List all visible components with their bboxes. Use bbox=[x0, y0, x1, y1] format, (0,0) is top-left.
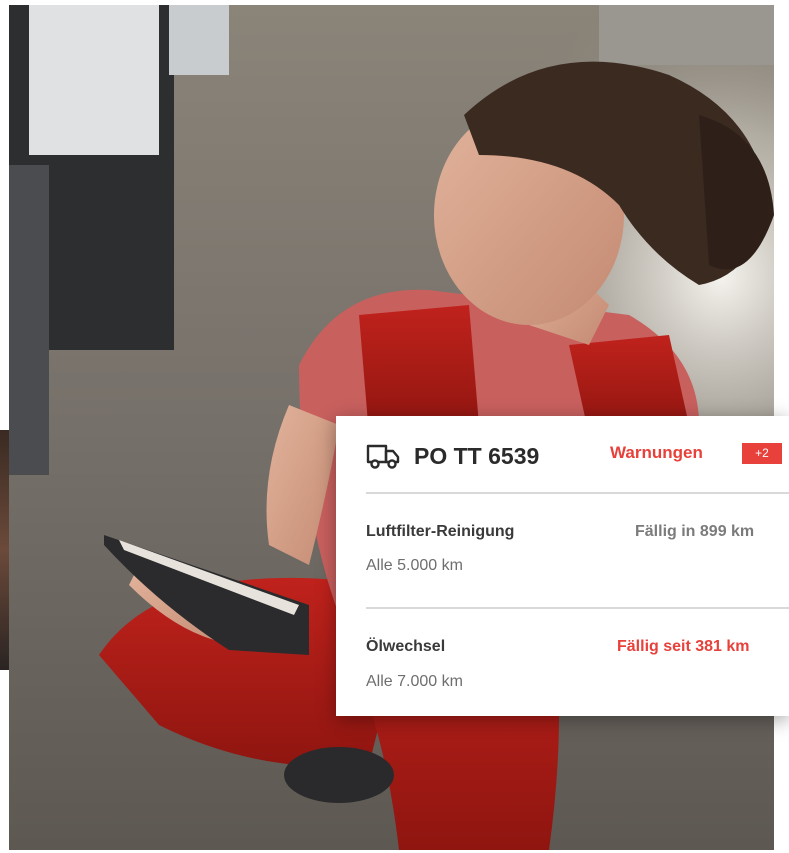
vehicle-plate: PO TT 6539 bbox=[414, 442, 540, 469]
truck-icon bbox=[366, 442, 400, 470]
divider bbox=[366, 492, 789, 494]
maintenance-item-title: Ölwechsel bbox=[366, 638, 446, 655]
warnings-count-badge[interactable]: +2 bbox=[742, 443, 782, 464]
maintenance-item-title: Luftfilter-Reinigung bbox=[366, 523, 515, 540]
maintenance-item-status: Fällig in 899 km bbox=[635, 523, 755, 540]
card-header: PO TT 6539 bbox=[366, 436, 789, 476]
vehicle-maintenance-card: PO TT 6539 Warnungen +2 Luftfilter-Reini… bbox=[336, 416, 789, 716]
maintenance-item-interval: Alle 7.000 km bbox=[366, 673, 463, 690]
divider bbox=[366, 607, 789, 609]
maintenance-item-status: Fällig seit 381 km bbox=[617, 638, 750, 655]
maintenance-item-interval: Alle 5.000 km bbox=[366, 557, 463, 574]
left-edge-photo-strip bbox=[0, 430, 9, 670]
warnings-link[interactable]: Warnungen bbox=[610, 443, 703, 463]
